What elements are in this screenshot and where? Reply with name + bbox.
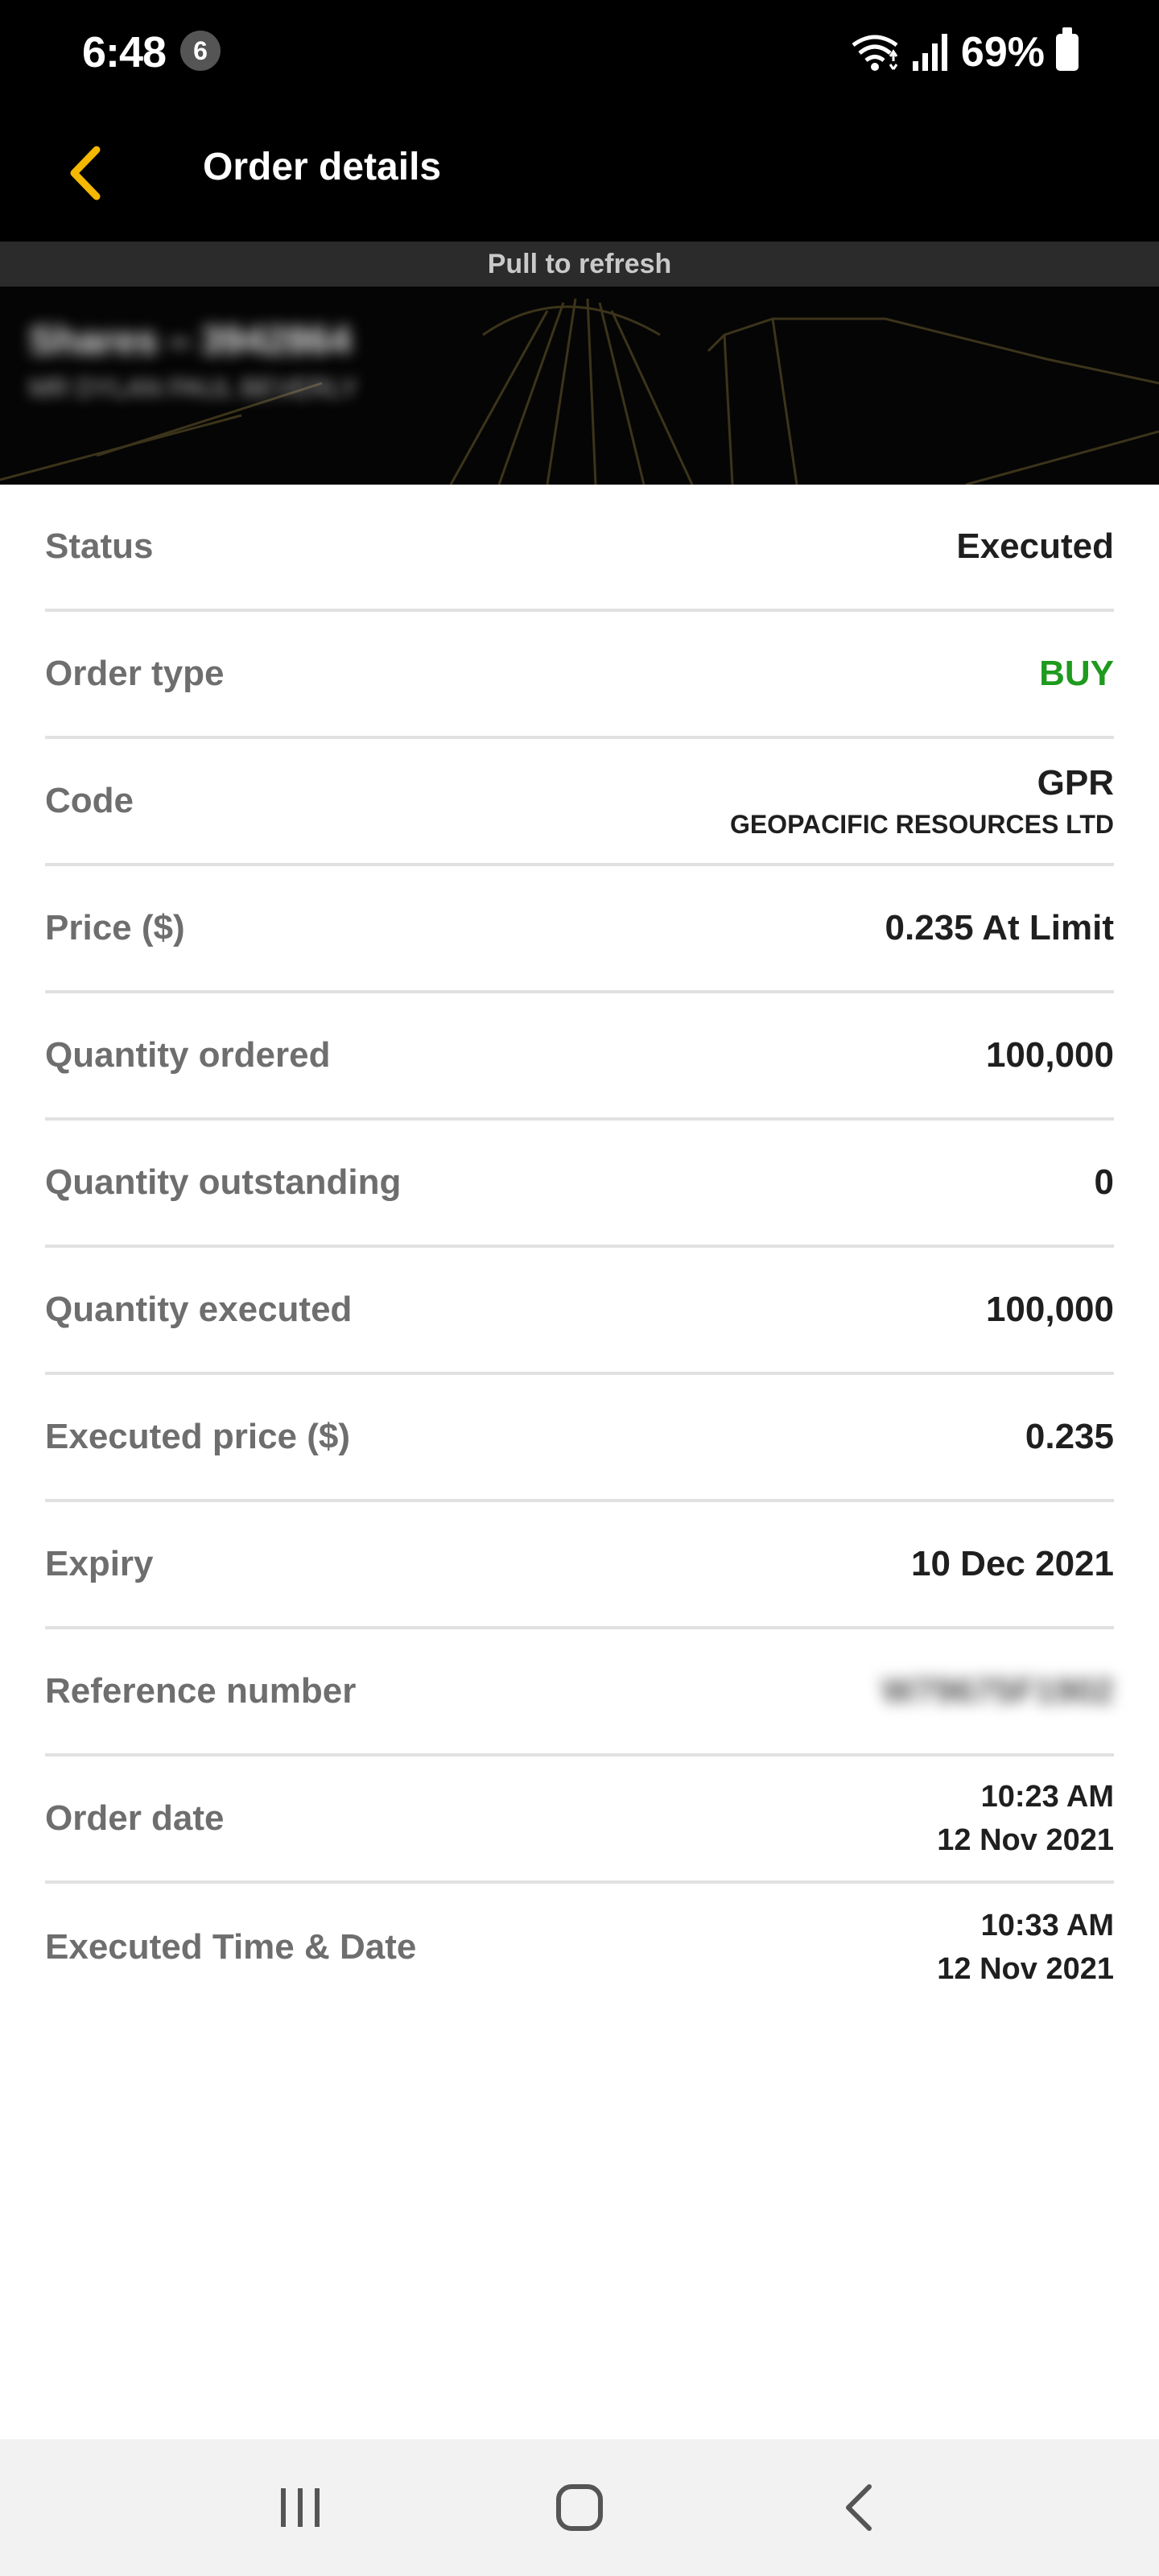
executed-price-label: Executed price ($): [45, 1417, 351, 1456]
quantity-executed-label: Quantity executed: [45, 1290, 353, 1329]
executed-date: 12 Nov 2021: [937, 1952, 1114, 1986]
code-symbol: GPR: [1037, 762, 1114, 803]
app-header: Order details: [0, 105, 1159, 242]
back-icon: [845, 2484, 872, 2531]
detail-row-status: Status Executed: [45, 485, 1114, 612]
status-label: Status: [45, 526, 154, 566]
quantity-outstanding-label: Quantity outstanding: [45, 1162, 402, 1202]
detail-row-quantity-outstanding: Quantity outstanding 0: [45, 1121, 1114, 1248]
detail-row-price: Price ($) 0.235 At Limit: [45, 866, 1114, 993]
recent-apps-icon: [281, 2488, 320, 2527]
back-button[interactable]: [48, 137, 121, 209]
account-banner: Shares – 3942864 MR DYLAN PAUL BEVERLY: [0, 287, 1159, 485]
order-date: 12 Nov 2021: [937, 1823, 1114, 1857]
navigation-bar: [0, 2439, 1159, 2576]
order-time: 10:23 AM: [980, 1780, 1114, 1814]
code-value: GPR GEOPACIFIC RESOURCES LTD: [730, 763, 1114, 840]
home-button[interactable]: [531, 2459, 628, 2556]
detail-row-reference-number: Reference number W79675F1902: [45, 1629, 1114, 1757]
status-time: 6:48: [82, 28, 167, 76]
order-date-label: Order date: [45, 1798, 225, 1838]
status-value: Executed: [956, 526, 1114, 566]
detail-row-order-date: Order date 10:23 AM 12 Nov 2021: [45, 1757, 1114, 1884]
expiry-label: Expiry: [45, 1544, 154, 1583]
detail-row-executed-price: Executed price ($) 0.235: [45, 1375, 1114, 1502]
account-holder: MR DYLAN PAUL BEVERLY: [29, 374, 358, 402]
detail-row-expiry: Expiry 10 Dec 2021: [45, 1502, 1114, 1629]
executed-time-date-value: 10:33 AM 12 Nov 2021: [937, 1904, 1114, 1991]
status-icons: 69%: [850, 24, 1079, 80]
battery-icon: [1056, 27, 1079, 71]
system-back-button[interactable]: [810, 2459, 907, 2556]
order-type-value: BUY: [1039, 654, 1114, 693]
status-bar: 6:48 6 69%: [0, 0, 1159, 105]
reference-number-label: Reference number: [45, 1671, 357, 1711]
battery-percentage: 69%: [960, 29, 1045, 76]
wifi-icon: [852, 35, 898, 71]
expiry-value: 10 Dec 2021: [911, 1544, 1114, 1583]
executed-time-date-label: Executed Time & Date: [45, 1927, 417, 1967]
code-label: Code: [45, 781, 134, 820]
detail-row-quantity-executed: Quantity executed 100,000: [45, 1248, 1114, 1375]
executed-time: 10:33 AM: [980, 1909, 1114, 1942]
quantity-outstanding-value: 0: [1094, 1162, 1114, 1202]
detail-row-order-type: Order type BUY: [45, 612, 1114, 739]
detail-row-executed-time-date: Executed Time & Date 10:33 AM 12 Nov 202…: [45, 1884, 1114, 2011]
account-name: Shares – 3942864: [29, 320, 352, 362]
signal-icon: [912, 34, 947, 71]
quantity-executed-value: 100,000: [985, 1290, 1114, 1329]
detail-row-quantity-ordered: Quantity ordered 100,000: [45, 993, 1114, 1121]
price-label: Price ($): [45, 908, 185, 947]
chevron-left-icon: [70, 146, 101, 200]
executed-price-value: 0.235: [1025, 1417, 1114, 1456]
recent-apps-button[interactable]: [252, 2459, 349, 2556]
order-details-list: Status Executed Order type BUY Code GPR …: [45, 485, 1114, 2011]
price-value: 0.235 At Limit: [885, 908, 1114, 947]
notification-count-badge: 6: [180, 31, 221, 71]
quantity-ordered-label: Quantity ordered: [45, 1035, 331, 1075]
company-name: GEOPACIFIC RESOURCES LTD: [729, 809, 1114, 839]
order-date-value: 10:23 AM 12 Nov 2021: [937, 1775, 1114, 1862]
pull-to-refresh[interactable]: Pull to refresh: [0, 242, 1159, 287]
reference-number-value: W79675F1902: [881, 1671, 1114, 1711]
home-icon: [555, 2484, 603, 2531]
order-type-label: Order type: [45, 654, 225, 693]
page-title: Order details: [203, 146, 442, 188]
quantity-ordered-value: 100,000: [985, 1035, 1114, 1075]
detail-row-code: Code GPR GEOPACIFIC RESOURCES LTD: [45, 739, 1114, 866]
